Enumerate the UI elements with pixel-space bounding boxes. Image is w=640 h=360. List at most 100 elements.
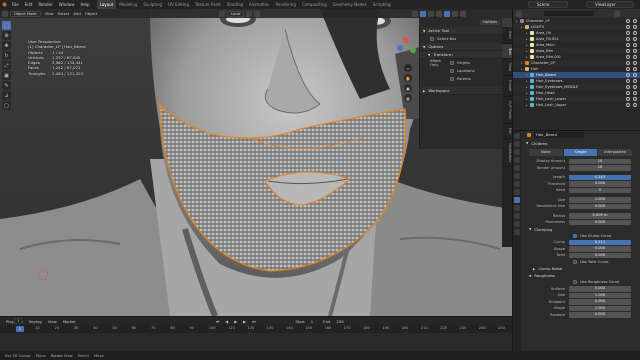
mode-simple-button[interactable]: Simple	[563, 149, 599, 156]
play-icon[interactable]: ▶	[234, 319, 237, 324]
material-props-icon[interactable]	[514, 229, 520, 235]
snap-icon[interactable]	[246, 10, 253, 17]
options-section[interactable]: ▼ Options	[420, 43, 502, 51]
select-box-tool-icon[interactable]: ⬚	[2, 21, 11, 30]
sidebar-tab-item[interactable]: Item	[502, 27, 512, 44]
transform-tool-icon[interactable]: ▣	[2, 71, 11, 80]
transform-section[interactable]: ▼ Transform	[420, 51, 502, 59]
camera-icon[interactable]	[633, 85, 637, 89]
gizmo-z-icon[interactable]	[397, 45, 403, 51]
property-value-field[interactable]: 0.111	[569, 239, 631, 245]
property-value-field[interactable]: 10	[569, 158, 631, 164]
tab-compositing[interactable]: Compositing	[299, 0, 330, 9]
filter-icon[interactable]	[614, 10, 620, 17]
eye-icon[interactable]	[626, 19, 630, 23]
menu-view-timeline[interactable]: View	[48, 319, 57, 324]
scene-props-icon[interactable]	[514, 165, 520, 171]
menu-edit[interactable]: Edit	[22, 0, 36, 9]
playhead[interactable]: 1	[16, 326, 24, 332]
view-layer-props-icon[interactable]	[514, 157, 520, 163]
menu-select[interactable]: Select	[58, 11, 70, 16]
sidebar-tab-flip-fluids[interactable]: FLIP Fluids	[502, 97, 512, 124]
affect-only-parents[interactable]: Parents	[420, 75, 502, 83]
timeline-ruler[interactable]: 0102030405060708090100110120130140150160…	[0, 325, 512, 333]
tab-sculpting[interactable]: Sculpting	[140, 0, 165, 9]
menu-marker[interactable]: Marker	[63, 319, 76, 324]
property-value-field[interactable]: 0.143	[569, 174, 631, 180]
blender-logo-icon[interactable]: ◉	[0, 0, 9, 9]
property-value-field[interactable]: 10	[569, 165, 631, 171]
active-tool-section[interactable]: ▼ Active Tool	[420, 27, 502, 35]
clumping-panel-header[interactable]: ▼ Clumping	[523, 226, 639, 233]
sidebar-tab-tool[interactable]: Tool	[502, 43, 512, 60]
menu-render[interactable]: Render	[35, 0, 55, 9]
object-name-field[interactable]: Hair_Beard	[534, 132, 584, 138]
tab-layout[interactable]: Layout	[96, 0, 117, 9]
tab-scripting[interactable]: Scripting	[370, 0, 394, 9]
property-value-field[interactable]: 0.000	[569, 219, 631, 225]
property-value-field[interactable]: 0.000	[569, 246, 631, 252]
mode-none-button[interactable]: None	[529, 149, 564, 156]
start-frame-field[interactable]: 1	[311, 319, 313, 324]
property-value-field[interactable]: 0.000	[569, 252, 631, 258]
property-value-field[interactable]: 1.000	[569, 292, 631, 298]
eye-icon[interactable]	[626, 37, 630, 41]
eye-icon[interactable]	[626, 79, 630, 83]
outliner-type-icon[interactable]	[516, 10, 522, 17]
menu-keying[interactable]: Keying	[29, 319, 42, 324]
camera-view-icon[interactable]: ▣	[404, 84, 412, 92]
prev-key-icon[interactable]: ◀	[225, 319, 228, 324]
shading-material-icon[interactable]	[452, 10, 459, 17]
current-frame-field[interactable]: 1	[14, 318, 23, 324]
output-props-icon[interactable]	[514, 149, 520, 155]
data-props-icon[interactable]	[514, 221, 520, 227]
menu-help[interactable]: Help	[77, 0, 92, 9]
sidebar-tab-edit[interactable]: Edit	[502, 124, 512, 140]
clump-noise-panel-header[interactable]: ▶ Clump Noise	[523, 265, 639, 272]
camera-icon[interactable]	[633, 91, 637, 95]
render-props-icon[interactable]	[514, 141, 520, 147]
tab-uv-editing[interactable]: UV Editing	[165, 0, 192, 9]
world-props-icon[interactable]	[514, 173, 520, 179]
affect-only-origins[interactable]: Affect Only Origins	[420, 59, 502, 67]
constraints-props-icon[interactable]	[514, 213, 520, 219]
measure-tool-icon[interactable]: ⊿	[2, 91, 11, 100]
xray-icon[interactable]	[428, 10, 435, 17]
options-dropdown[interactable]: Options	[480, 20, 500, 25]
end-frame-field[interactable]: 250	[336, 319, 343, 324]
menu-file[interactable]: File	[9, 0, 22, 9]
eye-icon[interactable]	[626, 25, 630, 29]
property-value-field[interactable]: 0	[569, 187, 631, 193]
menu-add[interactable]: Add	[73, 11, 80, 16]
next-key-icon[interactable]: ▶	[243, 319, 246, 324]
camera-icon[interactable]	[633, 55, 637, 59]
shading-solid-icon[interactable]	[444, 10, 451, 17]
eye-icon[interactable]	[626, 49, 630, 53]
camera-icon[interactable]	[633, 31, 637, 35]
visibility-icon[interactable]	[412, 10, 419, 17]
eye-icon[interactable]	[626, 55, 630, 59]
gizmo-x-icon[interactable]	[403, 37, 409, 43]
scene-selector[interactable]: Scene	[528, 1, 568, 8]
eye-icon[interactable]	[626, 61, 630, 65]
affect-only-locations[interactable]: Locations	[420, 67, 502, 75]
overlays-icon[interactable]	[420, 10, 427, 17]
jump-start-icon[interactable]: ⏮	[216, 319, 219, 324]
camera-icon[interactable]	[633, 73, 637, 77]
camera-icon[interactable]	[633, 67, 637, 71]
camera-icon[interactable]	[633, 25, 637, 29]
modifier-props-icon[interactable]	[514, 189, 520, 195]
menu-object[interactable]: Object	[85, 11, 97, 16]
pan-hand-icon[interactable]: ✋	[404, 74, 412, 82]
editor-type-icon[interactable]	[2, 10, 8, 17]
property-value-field[interactable]: 1.000	[569, 197, 631, 203]
camera-icon[interactable]	[633, 103, 637, 107]
property-value-field[interactable]: 0.000	[569, 203, 631, 209]
property-value-field[interactable]: 1.000	[569, 305, 631, 311]
camera-icon[interactable]	[633, 61, 637, 65]
proportional-edit-icon[interactable]	[254, 10, 261, 17]
outliner-search-input[interactable]	[544, 11, 594, 16]
camera-icon[interactable]	[633, 19, 637, 23]
property-value-field[interactable]: 0.009 m	[569, 213, 631, 219]
eye-icon[interactable]	[626, 97, 630, 101]
